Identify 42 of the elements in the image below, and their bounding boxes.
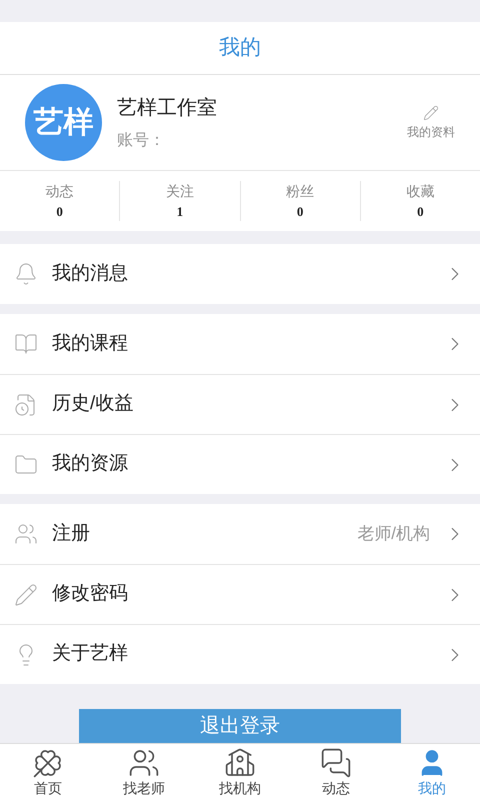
clover-icon <box>32 747 64 779</box>
tab-item[interactable]: 找老师 <box>96 747 192 797</box>
stat-value: 0 <box>56 202 63 221</box>
people-icon <box>128 747 160 779</box>
menu-item[interactable]: 修改密码 <box>0 564 480 624</box>
menu-item[interactable]: 我的消息 <box>0 244 480 304</box>
people-icon <box>14 522 38 546</box>
menu-label: 修改密码 <box>52 582 129 606</box>
tab-item[interactable]: 找机构 <box>192 747 288 797</box>
menu-item[interactable]: 历史/收益 <box>0 374 480 434</box>
menu-label: 关于艺样 <box>52 642 129 666</box>
folder-icon <box>14 452 38 476</box>
pencil-icon <box>423 104 439 120</box>
profile-name: 艺样工作室 <box>117 96 218 120</box>
pencil-icon <box>14 582 38 606</box>
bell-icon <box>14 262 38 286</box>
tab-item[interactable]: 动态 <box>288 747 384 797</box>
menu-hint: 老师/机构 <box>357 523 430 546</box>
stat-label: 关注 <box>166 182 194 201</box>
menu-label: 注册 <box>52 522 91 546</box>
menu-label: 我的消息 <box>52 262 129 286</box>
menu-label: 历史/收益 <box>52 392 134 416</box>
stat-value: 1 <box>176 202 184 221</box>
menu-item[interactable]: 关于艺样 <box>0 624 480 684</box>
menu-label: 我的课程 <box>52 332 129 356</box>
profile-edit-button[interactable]: 我的资料 <box>407 104 455 140</box>
book-icon <box>14 332 38 356</box>
school-icon <box>224 747 256 779</box>
chat-icon <box>320 747 352 779</box>
menu-label: 我的资源 <box>52 452 129 476</box>
page-title: 我的 <box>219 35 261 62</box>
stat-value: 0 <box>417 202 424 221</box>
stat-label: 粉丝 <box>286 182 314 201</box>
account-label: 账号： <box>117 130 166 150</box>
menu-item[interactable]: 我的课程 <box>0 314 480 374</box>
stat-value: 0 <box>296 202 304 221</box>
menu-item[interactable]: 我的资源 <box>0 434 480 494</box>
stat-label: 动态 <box>46 182 74 201</box>
menu-item[interactable]: 注册 老师/机构 <box>0 504 480 564</box>
tab-item[interactable]: 首页 <box>0 747 96 797</box>
stat-label: 收藏 <box>406 182 434 201</box>
avatar: 艺样 <box>25 84 102 161</box>
